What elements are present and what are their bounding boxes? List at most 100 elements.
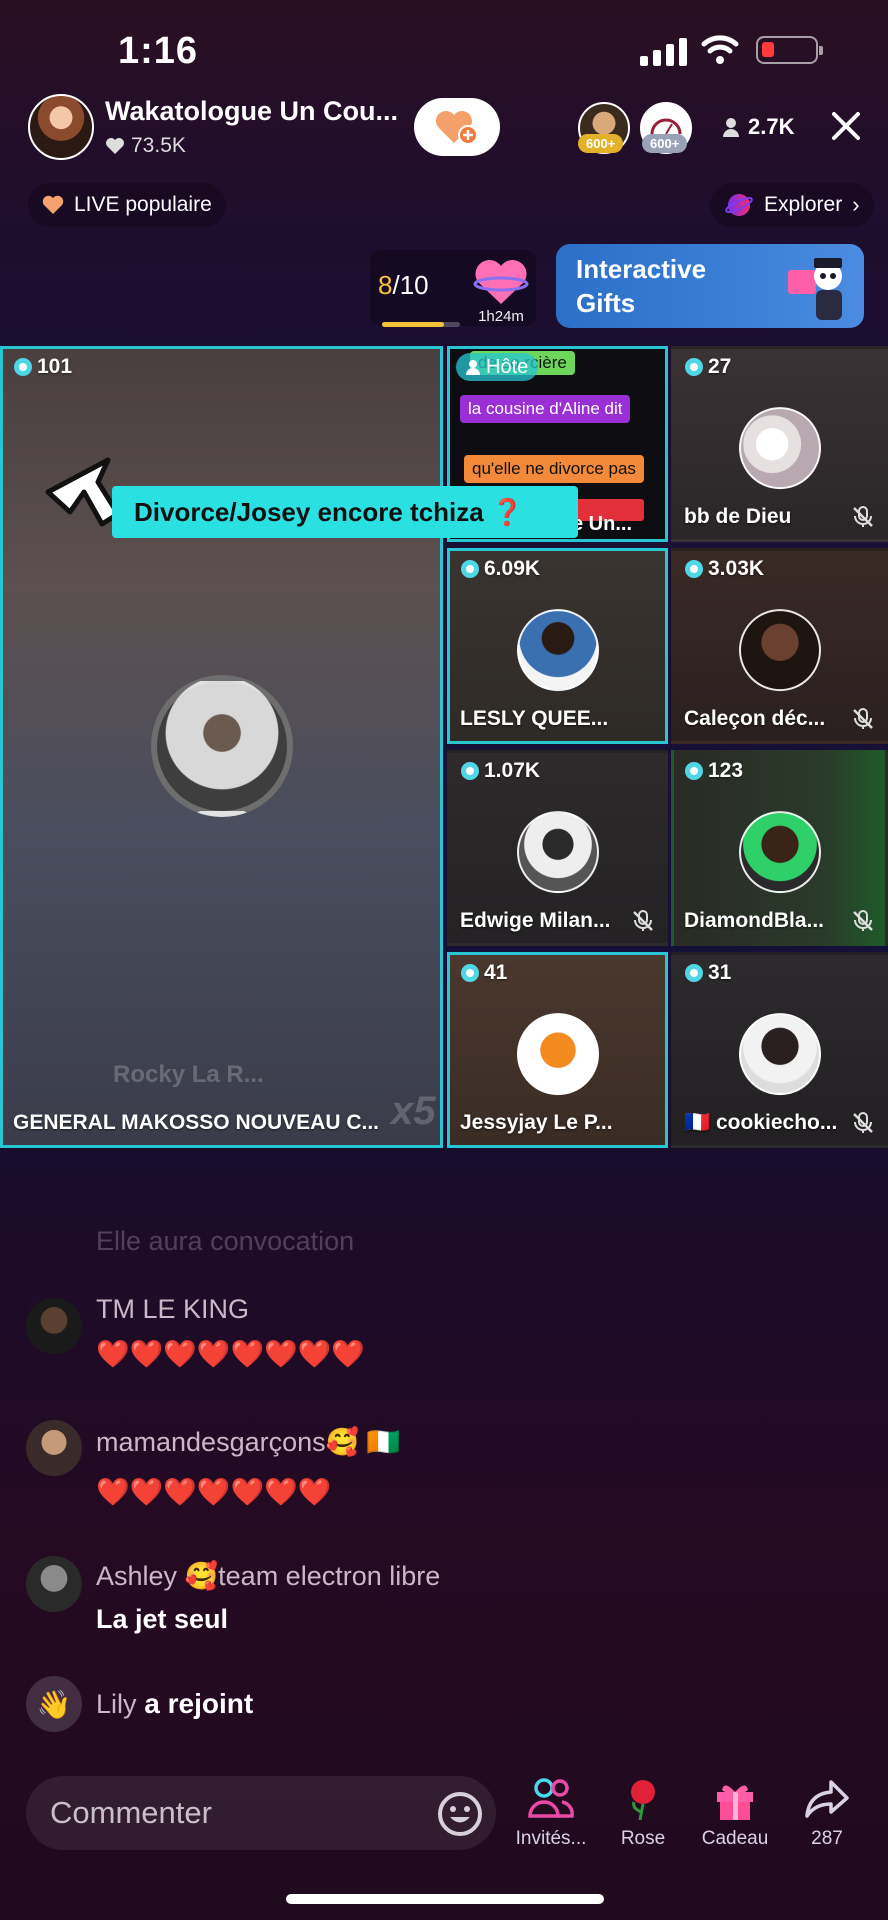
guest-tile[interactable]: 1.07K Edwige Milan...	[447, 750, 668, 946]
ghost-gift-name: Rocky La R...	[113, 1061, 264, 1088]
wifi-icon	[701, 35, 739, 64]
chat-username[interactable]: TM LE KING	[96, 1294, 249, 1325]
chat-faded-message: Elle aura convocation	[96, 1226, 355, 1256]
tile-avatar	[516, 1013, 599, 1096]
share-count: 287	[811, 1828, 843, 1849]
chat-avatar[interactable]	[26, 1420, 82, 1476]
mic-muted-icon	[853, 1112, 873, 1133]
guest-tile[interactable]: 3.03K Caleçon déc...	[671, 548, 888, 744]
goal-progress-bar	[382, 322, 460, 327]
gift-count-icon	[14, 358, 32, 376]
tile-gift-count: 41	[460, 961, 507, 985]
emoji-icon[interactable]	[436, 1790, 484, 1838]
heart-plus-icon	[436, 111, 478, 145]
explorer-label: Explorer	[764, 193, 843, 216]
gift-label: Cadeau	[701, 1828, 769, 1849]
chat-username[interactable]: mamandesgarçons🥰 🇨🇮	[96, 1426, 400, 1458]
gift-icon	[717, 1785, 753, 1820]
mic-muted-icon	[633, 910, 653, 931]
heart-icon	[106, 138, 124, 154]
home-indicator	[286, 1894, 604, 1904]
live-popular-label: LIVE populaire	[74, 193, 212, 216]
guest-tile[interactable]: 27 bb de Dieu	[671, 346, 888, 542]
main-tile-name: GENERAL MAKOSSO NOUVEAU C...	[13, 1111, 379, 1134]
live-popular-tag[interactable]: LIVE populaire	[28, 183, 226, 227]
status-time: 1:16	[118, 30, 199, 72]
chat-avatar[interactable]	[26, 1556, 82, 1612]
pointer-banner: Divorce/Josey encore tchiza ❓	[112, 486, 578, 538]
tile-gift-count: 3.03K	[684, 557, 764, 581]
goal-progress-fill	[382, 322, 445, 327]
rose-icon	[631, 1780, 655, 1821]
tile-gift-count: 6.09K	[460, 557, 540, 581]
main-tile-avatar	[151, 675, 293, 817]
host-name[interactable]: Wakatologue Un Cou...	[105, 96, 405, 127]
gift-count-icon	[461, 560, 479, 578]
gift-count-icon	[461, 762, 479, 780]
gift-button[interactable]: Cadeau	[694, 1776, 776, 1850]
share-button[interactable]: 287	[786, 1776, 868, 1850]
gift-count-icon	[685, 964, 703, 982]
tile-name: LESLY QUEE...	[460, 707, 609, 730]
signal-icon	[640, 36, 687, 66]
gift-count-icon	[685, 358, 703, 376]
goal-progress-text: 8/10	[378, 270, 429, 300]
tile-name: 🇫🇷 cookiecho...	[684, 1111, 838, 1134]
comment-input[interactable]: Commenter	[26, 1776, 496, 1850]
tile-avatar	[738, 811, 821, 894]
heart-gift-icon	[473, 259, 529, 304]
cursor-pointer-icon	[45, 457, 120, 527]
battery-icon	[756, 36, 823, 64]
tile-avatar	[738, 407, 821, 490]
join-message: Lily a rejoint	[96, 1688, 254, 1719]
rose-button[interactable]: Rose	[602, 1776, 684, 1850]
tile-name: DiamondBla...	[684, 909, 825, 932]
invite-button[interactable]: Invités...	[510, 1776, 592, 1850]
viewer-count-value: 2.7K	[748, 114, 795, 139]
host-avatar[interactable]	[28, 94, 94, 160]
chat-message: ❤️❤️❤️❤️❤️❤️❤️❤️	[96, 1339, 365, 1369]
host-tile-line-2: la cousine d'Aline dit	[460, 395, 631, 423]
person-icon	[723, 118, 739, 137]
gift-mascot-icon	[788, 258, 842, 320]
follow-button[interactable]	[414, 98, 500, 156]
chat-username[interactable]: Ashley 🥰team electron libre	[96, 1560, 440, 1592]
planet-icon	[725, 194, 753, 216]
host-likes-count: 73.5K	[131, 134, 186, 157]
tile-name: Edwige Milan...	[460, 909, 611, 932]
host-label: Hôte	[456, 353, 539, 381]
mic-muted-icon	[853, 506, 873, 527]
people-icon	[528, 1778, 574, 1818]
guest-tile[interactable]: 31 🇫🇷 cookiecho...	[671, 952, 888, 1148]
top-viewer-badge-2: 600+	[642, 134, 688, 153]
top-viewer-badge-1: 600+	[578, 134, 624, 153]
tile-gift-count: 31	[684, 961, 731, 985]
gift-count-icon	[685, 560, 703, 578]
gift-count-icon	[461, 964, 479, 982]
chat-avatar[interactable]	[26, 1298, 82, 1354]
heart-icon	[42, 195, 64, 214]
guest-tile[interactable]: 6.09K LESLY QUEE...	[447, 548, 668, 744]
explorer-button[interactable]: Explorer ›	[710, 183, 874, 227]
tile-name: bb de Dieu	[684, 505, 792, 528]
person-icon	[466, 360, 480, 375]
tile-gift-count: 1.07K	[460, 759, 540, 783]
chat-message: La jet seul	[96, 1604, 229, 1634]
guest-tile[interactable]: 123 DiamondBla...	[671, 750, 888, 946]
tile-name: Jessyjay Le P...	[460, 1111, 613, 1134]
invite-label: Invités...	[515, 1828, 587, 1849]
chat-message: ❤️❤️❤️❤️❤️❤️❤️	[96, 1477, 332, 1507]
guest-tile[interactable]: 41 Jessyjay Le P...	[447, 952, 668, 1148]
chevron-right-icon: ›	[852, 192, 860, 217]
host-likes: 73.5K	[105, 134, 186, 158]
mic-muted-icon	[853, 708, 873, 729]
tile-avatar	[516, 811, 599, 894]
comment-placeholder: Commenter	[50, 1795, 212, 1830]
tile-name: Caleçon déc...	[684, 707, 826, 730]
mic-muted-icon	[853, 910, 873, 931]
tile-avatar	[516, 609, 599, 692]
goal-timer: 1h24m	[478, 308, 524, 325]
viewer-count[interactable]: 2.7K	[722, 114, 794, 140]
close-icon[interactable]	[830, 110, 862, 142]
main-tile-count: 101	[13, 355, 72, 379]
